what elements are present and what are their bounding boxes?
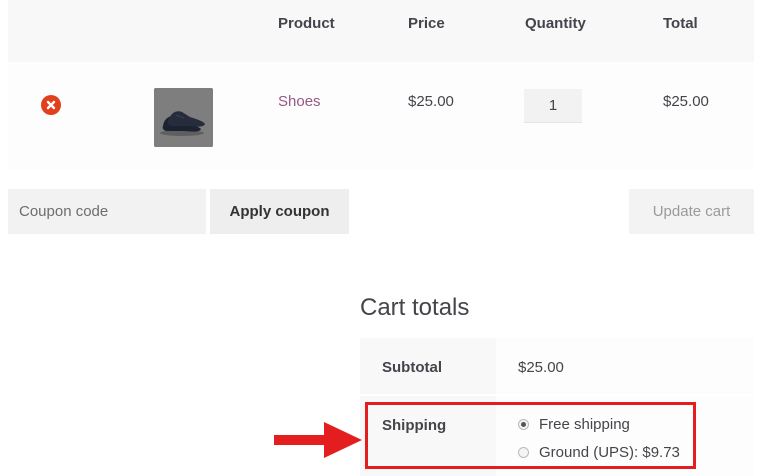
remove-x-circle-icon bbox=[46, 100, 56, 110]
header-quantity: Quantity bbox=[525, 15, 586, 32]
item-price: $25.00 bbox=[408, 93, 454, 110]
subtotal-row: Subtotal $25.00 bbox=[360, 338, 754, 394]
header-product: Product bbox=[278, 15, 335, 32]
header-price: Price bbox=[408, 15, 445, 32]
shipping-option-label: Ground (UPS): $9.73 bbox=[539, 444, 680, 461]
shipping-option-label: Free shipping bbox=[539, 416, 630, 433]
shipping-row: Shipping Free shipping Ground (UPS): $9.… bbox=[360, 396, 754, 476]
subtotal-value: $25.00 bbox=[518, 359, 564, 376]
red-arrow-icon bbox=[274, 422, 362, 458]
shoes-image bbox=[154, 88, 213, 147]
item-total: $25.00 bbox=[663, 93, 709, 110]
apply-coupon-button[interactable]: Apply coupon bbox=[210, 189, 349, 234]
header-total: Total bbox=[663, 15, 698, 32]
shipping-label: Shipping bbox=[382, 417, 447, 434]
remove-item-button[interactable] bbox=[41, 95, 61, 115]
radio-selected-icon[interactable] bbox=[518, 419, 529, 430]
coupon-code-input[interactable] bbox=[8, 189, 206, 234]
update-cart-button[interactable]: Update cart bbox=[629, 189, 754, 234]
cart-totals-title: Cart totals bbox=[360, 294, 470, 321]
subtotal-label: Subtotal bbox=[382, 359, 442, 376]
product-thumbnail[interactable] bbox=[154, 88, 213, 147]
quantity-input[interactable] bbox=[524, 89, 582, 123]
cart-table-header: Product Price Quantity Total bbox=[8, 0, 754, 62]
shipping-option-free[interactable]: Free shipping bbox=[518, 416, 630, 433]
shipping-option-ground[interactable]: Ground (UPS): $9.73 bbox=[518, 444, 680, 461]
product-name-link[interactable]: Shoes bbox=[278, 93, 321, 110]
radio-unselected-icon[interactable] bbox=[518, 447, 529, 458]
cart-item-row: Shoes $25.00 $25.00 bbox=[8, 62, 754, 170]
